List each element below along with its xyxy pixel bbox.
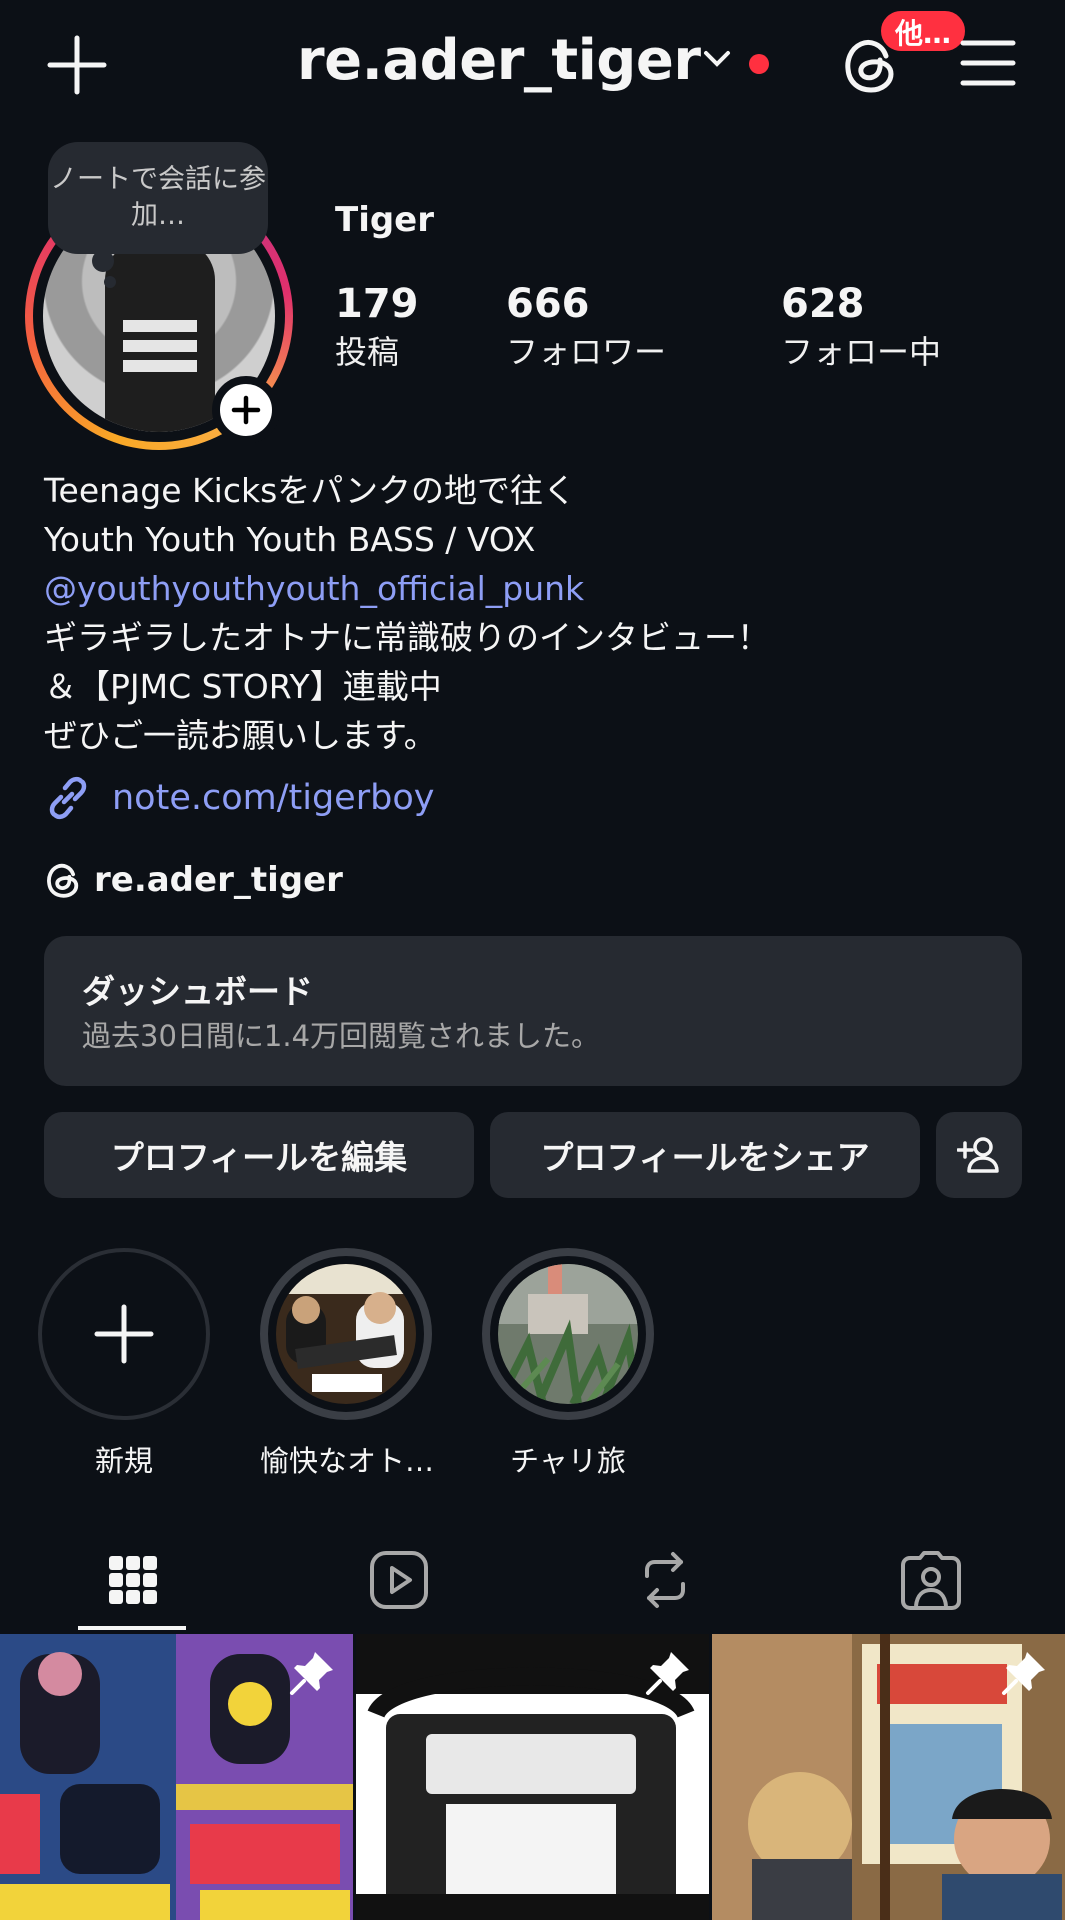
account-switcher-username[interactable]: re.ader_tiger bbox=[297, 28, 701, 93]
add-person-icon bbox=[957, 1135, 1001, 1175]
external-link[interactable]: note.com/tigerboy bbox=[44, 772, 434, 824]
following-count: 628 bbox=[781, 281, 865, 327]
threads-handle: re.ader_tiger bbox=[94, 860, 343, 900]
highlight-label: チャリ旅 bbox=[510, 1444, 626, 1478]
bio-line: Youth Youth Youth BASS / VOX bbox=[44, 520, 536, 559]
following-label: フォロー中 bbox=[781, 333, 942, 371]
discover-people-button[interactable] bbox=[936, 1112, 1022, 1198]
bio-line: Teenage Kicksをパンクの地で往く bbox=[44, 471, 576, 510]
create-plus-icon[interactable] bbox=[46, 34, 108, 96]
posts-grid bbox=[0, 1634, 1065, 1920]
profile-tabs bbox=[0, 1530, 1065, 1630]
highlight-cover-image bbox=[276, 1264, 416, 1404]
bio-line: ギラギラしたオトナに常識破りのインタビュー！ bbox=[44, 618, 770, 657]
highlight-new[interactable]: 新規 bbox=[38, 1248, 210, 1480]
bio-mention-link[interactable]: @youthyouthyouth_official_punk bbox=[44, 564, 1044, 613]
followers-label: フォロワー bbox=[506, 333, 667, 371]
tab-posts-grid[interactable] bbox=[0, 1530, 266, 1630]
new-activity-dot bbox=[749, 54, 769, 74]
reels-icon bbox=[369, 1550, 429, 1610]
tagged-person-icon bbox=[900, 1550, 962, 1610]
display-name: Tiger bbox=[335, 200, 435, 240]
posts-count: 179 bbox=[335, 281, 419, 327]
posts-stat[interactable]: 179 投稿 bbox=[335, 278, 419, 374]
dashboard-subtitle: 過去30日間に1.4万回閲覧されました。 bbox=[82, 1019, 601, 1053]
professional-dashboard[interactable]: ダッシュボード 過去30日間に1.4万回閲覧されました。 bbox=[44, 936, 1022, 1086]
highlight-label: 愉快なオト… bbox=[260, 1444, 435, 1478]
pin-icon bbox=[643, 1648, 693, 1698]
post-thumbnail[interactable] bbox=[0, 1634, 353, 1920]
dashboard-title: ダッシュボード bbox=[82, 972, 313, 1011]
note-bubble-tail-dot bbox=[104, 276, 116, 288]
menu-icon[interactable] bbox=[960, 38, 1016, 88]
post-thumbnail[interactable] bbox=[712, 1634, 1065, 1920]
grid-icon bbox=[108, 1555, 158, 1605]
threads-small-icon bbox=[44, 860, 82, 900]
repost-icon bbox=[637, 1550, 693, 1610]
highlight-cover-ring bbox=[482, 1248, 654, 1420]
top-bar: re.ader_tiger 他… bbox=[0, 0, 1065, 130]
highlight-label: 新規 bbox=[94, 1444, 153, 1478]
highlight-item[interactable]: チャリ旅 bbox=[482, 1248, 654, 1480]
followers-count: 666 bbox=[506, 281, 590, 327]
bio-line: ＆【PJMC STORY】連載中 bbox=[44, 667, 442, 706]
highlight-cover-image bbox=[498, 1264, 638, 1404]
posts-label: 投稿 bbox=[335, 333, 400, 371]
bio-line: ぜひご一読お願いします。 bbox=[44, 716, 437, 755]
chevron-down-icon[interactable] bbox=[702, 48, 732, 70]
bio: Teenage Kicksをパンクの地で往く Youth Youth Youth… bbox=[44, 466, 1044, 760]
plus-icon bbox=[94, 1304, 154, 1364]
share-profile-button[interactable]: プロフィールをシェア bbox=[490, 1112, 920, 1198]
following-stat[interactable]: 628 フォロー中 bbox=[781, 278, 941, 374]
link-icon bbox=[44, 774, 92, 822]
tab-reels[interactable] bbox=[266, 1530, 532, 1630]
threads-profile-link[interactable]: re.ader_tiger bbox=[44, 856, 343, 904]
tab-reposts[interactable] bbox=[532, 1530, 798, 1630]
followers-stat[interactable]: 666 フォロワー bbox=[506, 278, 666, 374]
threads-notification-badge: 他… bbox=[878, 8, 969, 54]
edit-profile-button[interactable]: プロフィールを編集 bbox=[44, 1112, 474, 1198]
post-thumbnail[interactable] bbox=[356, 1634, 709, 1920]
link-text: note.com/tigerboy bbox=[112, 778, 435, 818]
tab-tagged[interactable] bbox=[798, 1530, 1064, 1630]
highlight-item[interactable]: 愉快なオト… bbox=[260, 1248, 435, 1480]
highlight-cover-ring bbox=[260, 1248, 432, 1420]
add-story-icon[interactable] bbox=[212, 376, 280, 444]
active-tab-indicator bbox=[78, 1626, 186, 1630]
note-bubble[interactable]: ノートで会話に参加… bbox=[48, 142, 268, 254]
pin-icon bbox=[999, 1648, 1049, 1698]
pin-icon bbox=[287, 1648, 337, 1698]
new-highlight-circle bbox=[38, 1248, 210, 1420]
